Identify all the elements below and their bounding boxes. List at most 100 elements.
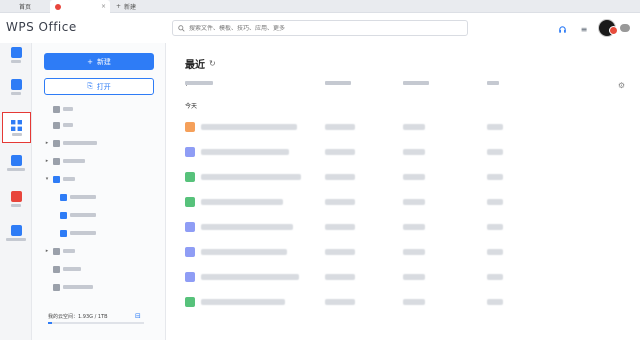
headset-icon[interactable]: [557, 24, 567, 34]
nav-item-tags[interactable]: ▸: [44, 245, 75, 257]
rail-label-blur: [7, 168, 25, 171]
menu-icon[interactable]: ≡: [579, 24, 589, 34]
storage-text: 我的云空间：1.93G / 1TB: [48, 314, 108, 320]
chat-icon[interactable]: [620, 24, 630, 32]
file-modified-blur: [403, 174, 425, 180]
tab-home[interactable]: 首页: [0, 0, 50, 13]
file-name-blur: [201, 199, 283, 205]
file-size-blur: [487, 274, 503, 280]
tab-strip: 首页 × + 新建: [0, 0, 640, 13]
refresh-icon[interactable]: ↻: [209, 59, 216, 68]
folder-icon: [60, 193, 67, 201]
file-icon: [185, 272, 195, 282]
file-row[interactable]: [185, 296, 625, 308]
apps-grid-icon: [11, 119, 22, 131]
avatar[interactable]: [598, 19, 618, 37]
document-icon: [10, 47, 22, 58]
col-label-blur: [487, 81, 499, 85]
nav-label-blur: [63, 107, 73, 111]
stats-icon: [10, 225, 22, 236]
nav-item-cloud[interactable]: ▸: [44, 137, 97, 149]
close-icon[interactable]: ×: [101, 3, 106, 10]
rail-item-stats[interactable]: [0, 225, 32, 241]
cloud-icon: [53, 139, 60, 147]
rail-item-docs[interactable]: [0, 47, 32, 63]
file-modified-blur: [403, 274, 425, 280]
nav-label-blur: [70, 195, 96, 199]
column-headers: ▾ ⚙: [185, 81, 625, 91]
file-icon: [185, 197, 195, 207]
file-icon: [185, 222, 195, 232]
nav-subitem-1[interactable]: [60, 191, 96, 203]
tab-new[interactable]: + 新建: [116, 0, 136, 13]
search-box[interactable]: [172, 20, 468, 36]
nav-item-enterprise[interactable]: [44, 281, 93, 293]
wps-doc-icon: [55, 3, 61, 10]
star-icon: [53, 175, 60, 183]
nav-item-recent[interactable]: [44, 103, 73, 115]
app-logo: WPS Office: [6, 20, 77, 34]
app-rail: [0, 43, 32, 340]
clock-icon: [53, 105, 60, 113]
file-row[interactable]: [185, 121, 625, 133]
nav-item-backup[interactable]: ▸: [44, 155, 85, 167]
open-button[interactable]: ⎘ 打开: [44, 78, 154, 95]
file-location-blur: [325, 174, 355, 180]
share-icon: [53, 121, 60, 129]
file-row[interactable]: [185, 221, 625, 233]
nav-item-share[interactable]: [44, 119, 73, 131]
file-modified-blur: [403, 124, 425, 130]
file-name-blur: [201, 224, 293, 230]
rail-label-blur: [6, 238, 26, 241]
chevron-right-icon: ▸: [45, 248, 49, 254]
file-icon: [185, 147, 195, 157]
file-location-blur: [325, 249, 355, 255]
file-size-blur: [487, 199, 503, 205]
file-size-blur: [487, 149, 503, 155]
file-icon: [185, 297, 195, 307]
plus-icon: +: [116, 3, 122, 10]
chevron-right-icon: ▸: [45, 158, 49, 164]
file-row[interactable]: [185, 171, 625, 183]
rail-item-team[interactable]: [0, 155, 32, 171]
file-modified-blur: [403, 224, 425, 230]
file-name-blur: [201, 174, 301, 180]
nav-label-blur: [70, 231, 96, 235]
file-row[interactable]: [185, 271, 625, 283]
nav-item-common[interactable]: ▾: [44, 173, 75, 185]
nav-subitem-3[interactable]: [60, 227, 96, 239]
nav-label-blur: [63, 159, 85, 163]
rail-label-blur: [11, 92, 21, 95]
nav-subitem-2[interactable]: [60, 209, 96, 221]
red-app-icon: [10, 191, 22, 202]
tag-icon: [53, 247, 60, 255]
file-name-blur: [201, 249, 287, 255]
file-size-blur: [487, 124, 503, 130]
rail-item-apps[interactable]: [2, 112, 31, 143]
col-label-blur: [325, 81, 351, 85]
file-modified-blur: [403, 249, 425, 255]
new-button[interactable]: + 新建: [44, 53, 154, 70]
chevron-right-icon: ▸: [45, 140, 49, 146]
page-title: 最近 ↻: [185, 56, 216, 71]
file-row[interactable]: [185, 246, 625, 258]
open-button-label: 打开: [96, 82, 111, 91]
nav-item-trash[interactable]: [44, 263, 81, 275]
collapse-icon[interactable]: ⊟: [135, 312, 147, 320]
file-row[interactable]: [185, 146, 625, 158]
tab-document[interactable]: ×: [50, 0, 110, 13]
file-location-blur: [325, 299, 355, 305]
file-row[interactable]: [185, 196, 625, 208]
file-modified-blur: [403, 299, 425, 305]
gear-icon[interactable]: ⚙: [618, 81, 625, 90]
search-input[interactable]: [189, 24, 449, 32]
new-button-label: 新建: [96, 57, 111, 66]
team-icon: [10, 155, 22, 166]
backup-icon: [53, 157, 60, 165]
file-name-blur: [201, 149, 289, 155]
storage-fill: [48, 322, 52, 324]
rail-item-red[interactable]: [0, 191, 32, 207]
col-type[interactable]: ▾: [185, 81, 213, 88]
file-location-blur: [325, 149, 355, 155]
rail-item-star[interactable]: [0, 79, 32, 95]
